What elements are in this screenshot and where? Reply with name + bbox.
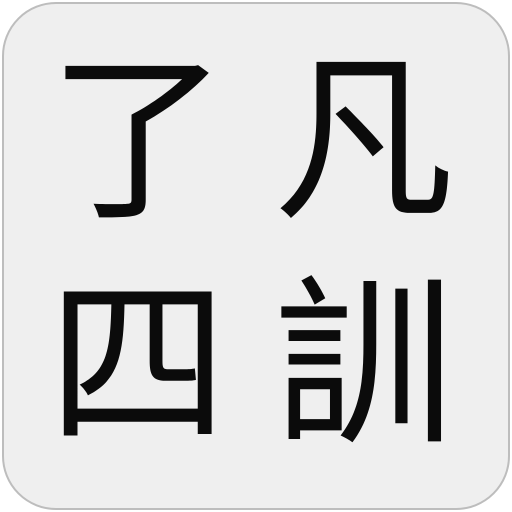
title-character-2: 凡 — [273, 37, 454, 246]
app-icon[interactable]: 了 凡 四 訓 — [2, 2, 510, 510]
title-character-3: 四 — [47, 261, 228, 470]
title-character-4: 訓 — [273, 261, 454, 470]
title-character-1: 了 — [47, 37, 228, 246]
